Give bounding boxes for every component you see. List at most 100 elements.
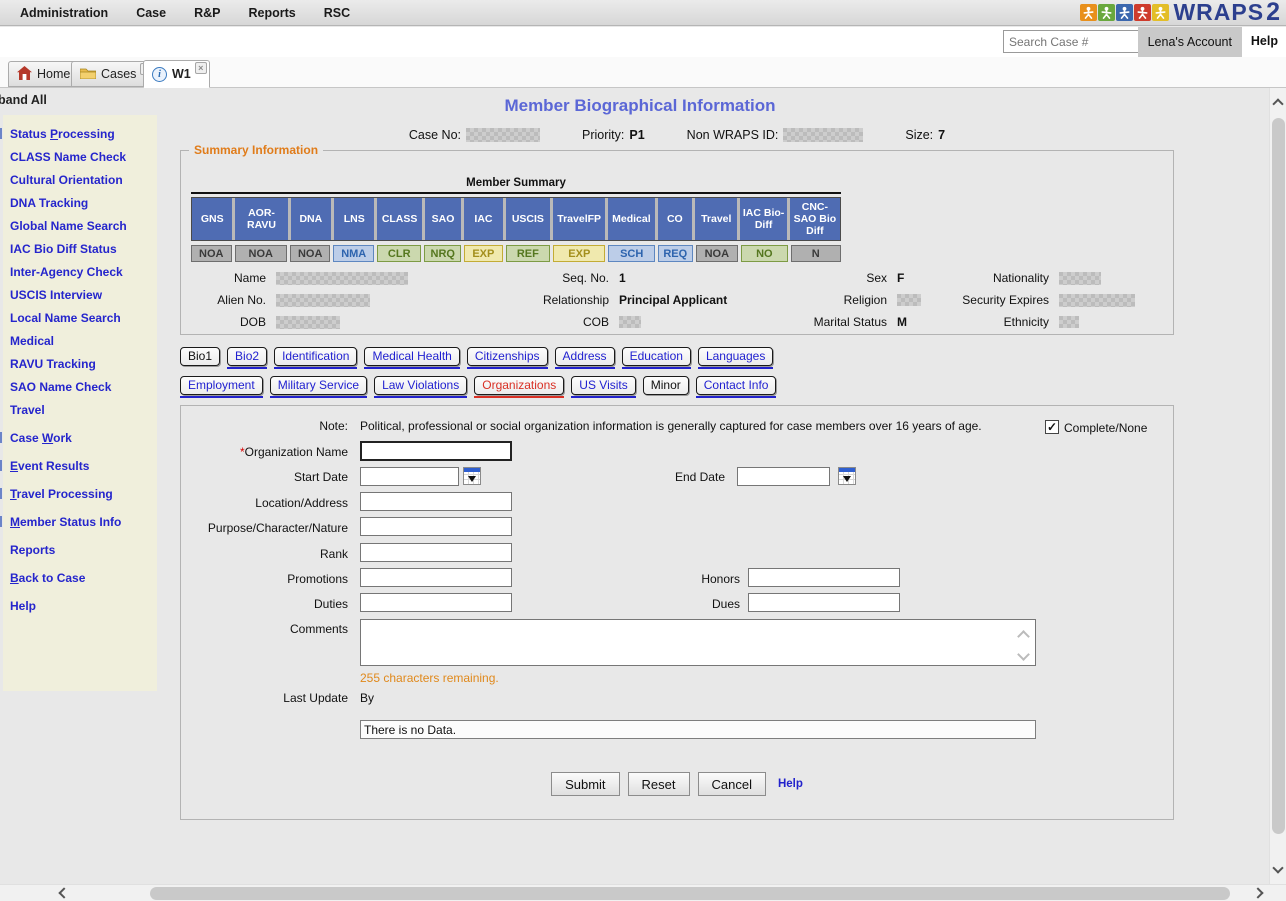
tab-military-service[interactable]: Military Service [270,376,367,398]
expand-all-link[interactable]: band All [0,93,47,107]
sidebar-item-inter-agency-check[interactable]: Inter-Agency Check [10,265,157,278]
priority-value: P1 [629,128,644,142]
summary-information-panel: Summary Information Member Summary GNS A… [180,150,1174,335]
scroll-up-icon[interactable] [1017,630,1030,643]
form-help-link[interactable]: Help [778,778,803,790]
purpose-input[interactable] [360,517,512,536]
redacted-value [897,294,921,306]
sidebar-item-dna-tracking[interactable]: DNA Tracking [10,196,157,209]
tab-identification[interactable]: Identification [274,347,357,369]
tab-employment[interactable]: Employment [180,376,263,398]
scroll-down-icon[interactable] [1017,648,1030,661]
member-summary-status-row: NOA NOA NOA NMA CLR NRQ EXP REF EXP SCH … [191,245,841,262]
logo-figure-icon [1152,4,1169,21]
sidebar-item-accel: M [10,515,20,529]
tab-home[interactable]: Home [8,61,79,87]
sidebar-item-class-name-check[interactable]: CLASS Name Check [10,150,157,163]
tab-citizenships[interactable]: Citizenships [467,347,548,369]
tab-education[interactable]: Education [622,347,691,369]
sidebar-item-label: vent Results [18,459,89,473]
security-expires-label: Security Expires [934,293,1049,307]
sidebar-item-ravu-tracking[interactable]: RAVU Tracking [10,357,157,370]
menu-rsc[interactable]: RSC [324,6,350,20]
sidebar-item-label: Inter-Agency Check [10,265,123,279]
reset-button[interactable]: Reset [628,772,690,796]
member-details-group-4: Nationality Security Expires Ethnicity [934,271,1135,329]
tab-address[interactable]: Address [555,347,615,369]
sidebar-item-member-status-info[interactable]: Member Status Info [10,515,157,528]
scroll-right-arrow-icon[interactable] [1252,887,1263,898]
tab-w1[interactable]: i W1 × [143,60,210,88]
tab-bio1[interactable]: Bio1 [180,347,220,369]
last-update-label: Last Update [180,691,348,705]
tab-us-visits[interactable]: US Visits [571,376,635,398]
comments-textarea[interactable] [360,619,1036,666]
menu-case[interactable]: Case [136,6,166,20]
submit-button[interactable]: Submit [551,772,619,796]
menu-administration[interactable]: Administration [20,6,108,20]
status-badge: CLR [377,245,421,262]
sidebar-item-help[interactable]: Help [10,599,157,612]
menu-reports[interactable]: Reports [249,6,296,20]
sidebar-item-global-name-search[interactable]: Global Name Search [10,219,157,232]
dues-input[interactable] [748,593,900,612]
menu-rp[interactable]: R&P [194,6,220,20]
duties-input[interactable] [360,593,512,612]
sidebar-item-back-to-case[interactable]: Back to Case [10,571,157,584]
seq-no-label: Seq. No. [499,271,609,285]
horizontal-scrollbar-thumb[interactable] [150,887,1230,900]
sidebar-item-status-processing[interactable]: Status Processing [10,127,157,140]
sidebar-item-reports[interactable]: Reports [10,543,157,556]
tab-bio2[interactable]: Bio2 [227,347,267,369]
tab-minor[interactable]: Minor [643,376,689,398]
sidebar-item-event-results[interactable]: Event Results [10,459,157,472]
search-case-input[interactable] [1003,30,1151,53]
start-date-input[interactable] [360,467,459,486]
sidebar-item-medical[interactable]: Medical [10,334,157,347]
tab-law-violations[interactable]: Law Violations [374,376,467,398]
tab-languages[interactable]: Languages [698,347,773,369]
sidebar-item-label: Cultural Orientation [10,173,123,187]
sidebar-item-sao-name-check[interactable]: SAO Name Check [10,380,157,393]
location-address-input[interactable] [360,492,512,511]
status-badge: N [791,245,841,262]
cancel-button[interactable]: Cancel [698,772,766,796]
end-date-calendar-icon[interactable] [838,467,856,485]
wraps-application-window: Administration Case R&P Reports RSC WRAP… [0,0,1286,901]
tab-organizations[interactable]: Organizations [474,376,564,398]
scroll-down-arrow-icon[interactable] [1272,862,1283,873]
sidebar-item-iac-bio-diff-status[interactable]: IAC Bio Diff Status [10,242,157,255]
end-date-input[interactable] [737,467,830,486]
complete-none-checkbox[interactable]: ✓ [1045,420,1059,434]
start-date-calendar-icon[interactable] [463,467,481,485]
organization-name-input[interactable] [360,441,512,461]
sidebar-item-case-work[interactable]: Case Work [10,431,157,444]
status-badge: NMA [333,245,374,262]
sidebar-item-cultural-orientation[interactable]: Cultural Orientation [10,173,157,186]
honors-input[interactable] [748,568,900,587]
rank-input[interactable] [360,543,512,562]
tab-medical-health[interactable]: Medical Health [364,347,459,369]
promotions-input[interactable] [360,568,512,587]
close-icon[interactable]: × [195,62,207,74]
tab-contact-info[interactable]: Contact Info [696,376,777,398]
help-menu[interactable]: Help [1251,34,1278,48]
sidebar: Status Processing CLASS Name Check Cultu… [3,115,157,691]
scroll-up-arrow-icon[interactable] [1272,98,1283,109]
sidebar-item-local-name-search[interactable]: Local Name Search [10,311,157,324]
sidebar-item-uscis-interview[interactable]: USCIS Interview [10,288,157,301]
sidebar-item-accel: P [50,127,58,141]
vertical-scrollbar-thumb[interactable] [1272,118,1285,834]
sidebar-item-travel[interactable]: Travel [10,403,157,416]
sidebar-item-label: ork [53,431,72,445]
bio-tabs-row-2: Employment Military Service Law Violatio… [180,376,776,398]
alien-no-label: Alien No. [191,293,266,307]
sidebar-item-travel-processing[interactable]: Travel Processing [10,487,157,500]
vertical-scrollbar[interactable] [1269,88,1286,884]
sidebar-item-accel: W [42,431,53,445]
account-button[interactable]: Lena's Account [1138,27,1242,57]
summary-col-header: IAC Bio-Diff [740,198,786,240]
last-update-by: By [360,691,374,705]
horizontal-scrollbar[interactable] [0,884,1286,901]
scroll-left-arrow-icon[interactable] [58,887,69,898]
